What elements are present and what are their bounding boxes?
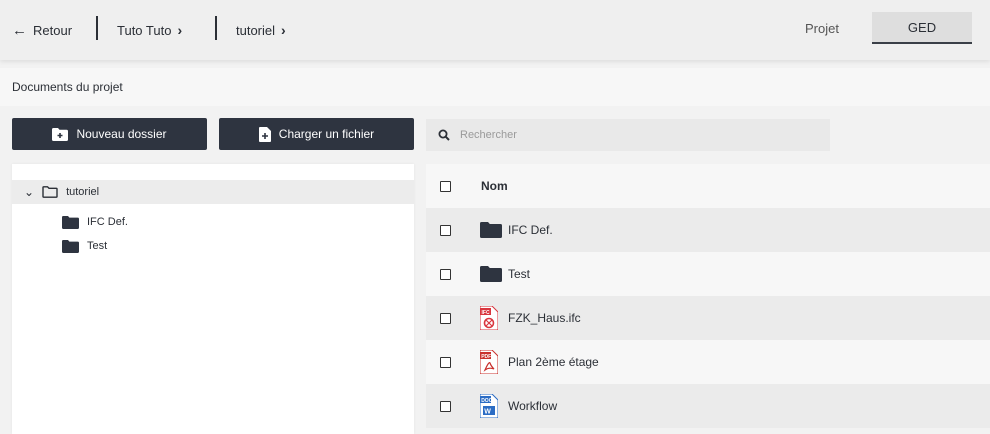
folder-outline-icon [42,186,58,198]
tree-item-ifc-def[interactable]: IFC Def. [62,212,128,232]
upload-file-button[interactable]: Charger un fichier [219,118,414,150]
tab-projet[interactable]: Projet [792,12,852,44]
search-icon [438,129,450,141]
file-list: Nom IFC Def. Test IFC FZK_Haus.ifc PDF P… [426,164,990,434]
chevron-right-icon: › [177,22,183,38]
breadcrumb-separator [215,16,217,40]
back-label: Retour [33,22,73,38]
folder-icon [480,222,502,238]
row-checkbox[interactable] [440,356,451,368]
list-item[interactable]: IFC Def. [426,208,990,252]
tab-ged[interactable]: GED [872,12,972,44]
row-checkbox[interactable] [440,224,451,236]
pdf-file-icon: PDF [480,350,498,374]
folder-icon [62,215,79,229]
file-name: IFC Def. [508,223,553,237]
file-name: FZK_Haus.ifc [508,311,581,325]
new-folder-button[interactable]: Nouveau dossier [12,118,207,150]
folder-plus-icon [52,127,69,141]
file-name: Workflow [508,399,558,413]
arrow-left-icon: ← [12,21,27,39]
folder-icon [62,239,79,253]
tree-item-label: Test [87,240,108,252]
tab-label: Projet [805,20,839,36]
select-all-checkbox[interactable] [440,180,451,192]
folder-icon [480,266,502,282]
file-name: Plan 2ème étage [508,355,599,369]
tab-label: GED [907,19,937,35]
svg-text:W: W [484,409,491,416]
row-checkbox[interactable] [440,268,451,280]
svg-text:DOC: DOC [481,398,493,404]
row-checkbox[interactable] [440,312,451,324]
section-header: Documents du projet [0,68,990,106]
list-item[interactable]: Test [426,252,990,296]
back-link[interactable]: ← Retour [12,20,72,40]
ifc-file-icon: IFC [480,306,498,330]
breadcrumb-separator [96,16,98,40]
row-checkbox[interactable] [440,400,451,412]
list-item[interactable]: DOC W Workflow [426,384,990,428]
breadcrumb-item-project[interactable]: Tuto Tuto › [117,20,182,40]
breadcrumb-label: Tuto Tuto [117,22,172,38]
column-header-name[interactable]: Nom [481,179,508,193]
tree-item-label: IFC Def. [87,216,128,228]
new-folder-label: Nouveau dossier [76,127,167,141]
file-plus-icon [258,126,271,142]
top-bar: ← Retour Tuto Tuto › tutoriel › Projet G… [0,0,990,60]
file-name: Test [508,267,531,281]
section-title: Documents du projet [12,80,123,94]
list-header: Nom [426,164,990,208]
list-item[interactable]: PDF Plan 2ème étage [426,340,990,384]
tree-item-label: tutoriel [66,186,100,198]
tree-item-test[interactable]: Test [62,236,107,256]
chevron-down-icon[interactable]: ⌄ [24,185,34,199]
tree-item-root[interactable]: ⌄ tutoriel [12,180,414,204]
svg-text:PDF: PDF [481,354,491,360]
word-file-icon: DOC W [480,394,498,418]
search-input[interactable] [460,129,800,141]
upload-file-label: Charger un fichier [278,127,375,141]
folder-tree: ⌄ tutoriel IFC Def. Test [12,164,414,434]
breadcrumb-item-folder[interactable]: tutoriel › [236,20,286,40]
breadcrumb-label: tutoriel [236,22,276,38]
svg-text:IFC: IFC [482,310,490,316]
search-bar [426,119,830,151]
chevron-right-icon: › [281,22,286,38]
list-item[interactable]: IFC FZK_Haus.ifc [426,296,990,340]
